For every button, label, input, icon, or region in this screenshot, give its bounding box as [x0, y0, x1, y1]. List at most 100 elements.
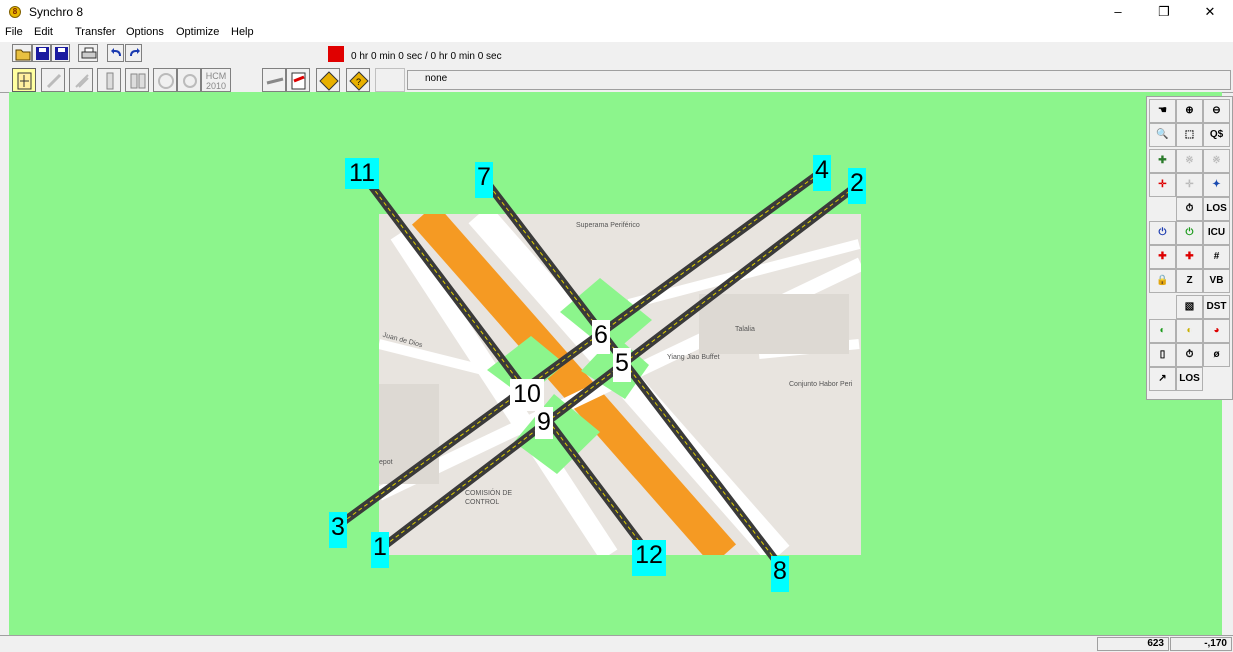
cycle-length-button[interactable]: ⏻	[1149, 221, 1176, 245]
node-label-12[interactable]: 12	[632, 540, 666, 576]
clock-car-2-icon: ⏱	[1185, 349, 1194, 360]
lane-config-button[interactable]: ✚	[1149, 245, 1176, 269]
node-label-4[interactable]: 4	[813, 155, 831, 191]
lanes-icon	[46, 73, 62, 89]
road-icon	[266, 77, 284, 85]
green-time-button[interactable]: ⏻	[1176, 221, 1203, 245]
globe-button[interactable]: ✦	[1203, 173, 1230, 197]
dst-button[interactable]: DST	[1203, 295, 1230, 319]
zoom-out-button[interactable]: ⊖	[1203, 99, 1230, 123]
window-title: Synchro 8	[29, 5, 84, 19]
node-label-1[interactable]: 1	[371, 532, 389, 568]
green-signal-button[interactable]: ◐	[1149, 319, 1176, 343]
link-split-button[interactable]: ✛	[1176, 173, 1203, 197]
save-as-button[interactable]	[51, 44, 70, 62]
vb-button[interactable]: VB	[1203, 269, 1230, 293]
close-button[interactable]: ✕	[1187, 0, 1233, 24]
phase-button[interactable]: ø	[1203, 343, 1230, 367]
selection-box	[375, 68, 405, 92]
green-signal-icon: ◐	[1159, 325, 1166, 336]
node-label-7[interactable]: 7	[475, 162, 493, 198]
menu-optimize[interactable]: Optimize	[176, 26, 219, 38]
lanes-button[interactable]	[41, 68, 65, 92]
map-view-icon	[17, 72, 32, 90]
menu-transfer[interactable]: Transfer	[75, 26, 116, 38]
node-label-5[interactable]: 5	[613, 348, 631, 382]
report-button[interactable]	[286, 68, 310, 92]
lane-red-icon: ✚	[1158, 251, 1167, 262]
node-label-6[interactable]: 6	[592, 320, 610, 354]
los-2-button[interactable]: LOS	[1176, 367, 1203, 391]
detector-button[interactable]	[177, 68, 201, 92]
menu-edit[interactable]: Edit	[34, 26, 53, 38]
blue-clock-icon: ⏻	[1158, 227, 1167, 238]
report-icon	[291, 72, 306, 90]
delay-button[interactable]: ⏱	[1176, 343, 1203, 367]
timing-button[interactable]	[97, 68, 121, 92]
stop-simulation-button[interactable]	[328, 46, 344, 62]
app-logo-icon: 8	[9, 6, 21, 18]
status-y-coordinate: -,170	[1170, 637, 1232, 651]
simulation-time-display: 0 hr 0 min 0 sec / 0 hr 0 min 0 sec	[351, 51, 502, 62]
sim-traffic-button[interactable]	[262, 68, 286, 92]
node-label-11[interactable]: 11	[345, 158, 379, 189]
undo-button[interactable]	[107, 44, 124, 62]
pan-button[interactable]: ☚	[1149, 99, 1176, 123]
node-label-3[interactable]: 3	[329, 512, 347, 548]
sign-button[interactable]	[316, 68, 340, 92]
simulation-options-button[interactable]	[153, 68, 177, 92]
print-button[interactable]	[78, 44, 98, 62]
lock-icon: 🔒	[1156, 275, 1169, 286]
pie-chart-button[interactable]: ◕	[1203, 319, 1230, 343]
save-as-icon	[55, 47, 68, 60]
phasing-button[interactable]	[125, 68, 149, 92]
node-number-button[interactable]: #	[1203, 245, 1230, 269]
green-clock-icon: ⏻	[1185, 227, 1194, 238]
volumes-button[interactable]	[69, 68, 93, 92]
menu-options[interactable]: Options	[126, 26, 164, 38]
redo-button[interactable]	[125, 44, 142, 62]
minimize-button[interactable]: –	[1095, 0, 1141, 24]
map-layer-button[interactable]: ▧	[1176, 295, 1203, 319]
add-link-button[interactable]: ✚	[1149, 149, 1176, 173]
open-folder-icon	[15, 49, 31, 61]
menu-help[interactable]: Help	[231, 26, 254, 38]
node-label-9[interactable]: 9	[535, 407, 553, 439]
restore-button[interactable]: ❐	[1141, 0, 1187, 24]
zone-button[interactable]: Z	[1176, 269, 1203, 293]
zoom-scale-button[interactable]: Q$	[1203, 123, 1230, 147]
vehicle-timing-button[interactable]: ⏱	[1176, 197, 1203, 221]
map-view-button[interactable]	[12, 68, 36, 92]
redo-icon	[130, 48, 140, 57]
lock-button[interactable]: 🔒	[1149, 269, 1176, 293]
save-button[interactable]	[32, 44, 51, 62]
node-label-8[interactable]: 8	[771, 556, 789, 592]
map-layer-icon: ▧	[1184, 301, 1195, 312]
map-canvas[interactable]: Superama Periférico Talalia Juan de Dios…	[9, 92, 1222, 635]
menu-bar: File Edit Transfer Options Optimize Help	[0, 24, 1233, 42]
hcm-2010-button[interactable]: HCM 2010	[201, 68, 231, 92]
turning-movement-button[interactable]: ↗	[1149, 367, 1176, 391]
delete-node-button[interactable]: ※	[1203, 149, 1230, 173]
title-bar: 8 Synchro 8 – ❐ ✕	[0, 0, 1233, 24]
los-button[interactable]: LOS	[1203, 197, 1230, 221]
node-move-icon: ✛	[1158, 179, 1167, 190]
help-sign-button[interactable]: ?	[346, 68, 370, 92]
lane-config-2-button[interactable]: ✚	[1176, 245, 1203, 269]
open-folder-button[interactable]	[12, 44, 32, 62]
zoom-in-button[interactable]: ⊕	[1176, 99, 1203, 123]
queue-button[interactable]: ▯	[1149, 343, 1176, 367]
zoom-all-button[interactable]: 🔍	[1149, 123, 1176, 147]
queue-icon: ▯	[1159, 349, 1166, 360]
node-move-button[interactable]: ✛	[1149, 173, 1176, 197]
add-node-button[interactable]: ※	[1176, 149, 1203, 173]
zoom-in-icon: ⊕	[1185, 105, 1194, 116]
menu-file[interactable]: File	[5, 26, 23, 38]
zoom-window-button[interactable]: ⬚	[1176, 123, 1203, 147]
zoom-window-icon: ⬚	[1184, 129, 1195, 140]
icu-button[interactable]: ICU	[1203, 221, 1230, 245]
node-label-2[interactable]: 2	[848, 168, 866, 204]
question-sign-icon: ?	[349, 71, 369, 91]
save-icon	[36, 47, 49, 60]
yellow-signal-button[interactable]: ◐	[1176, 319, 1203, 343]
